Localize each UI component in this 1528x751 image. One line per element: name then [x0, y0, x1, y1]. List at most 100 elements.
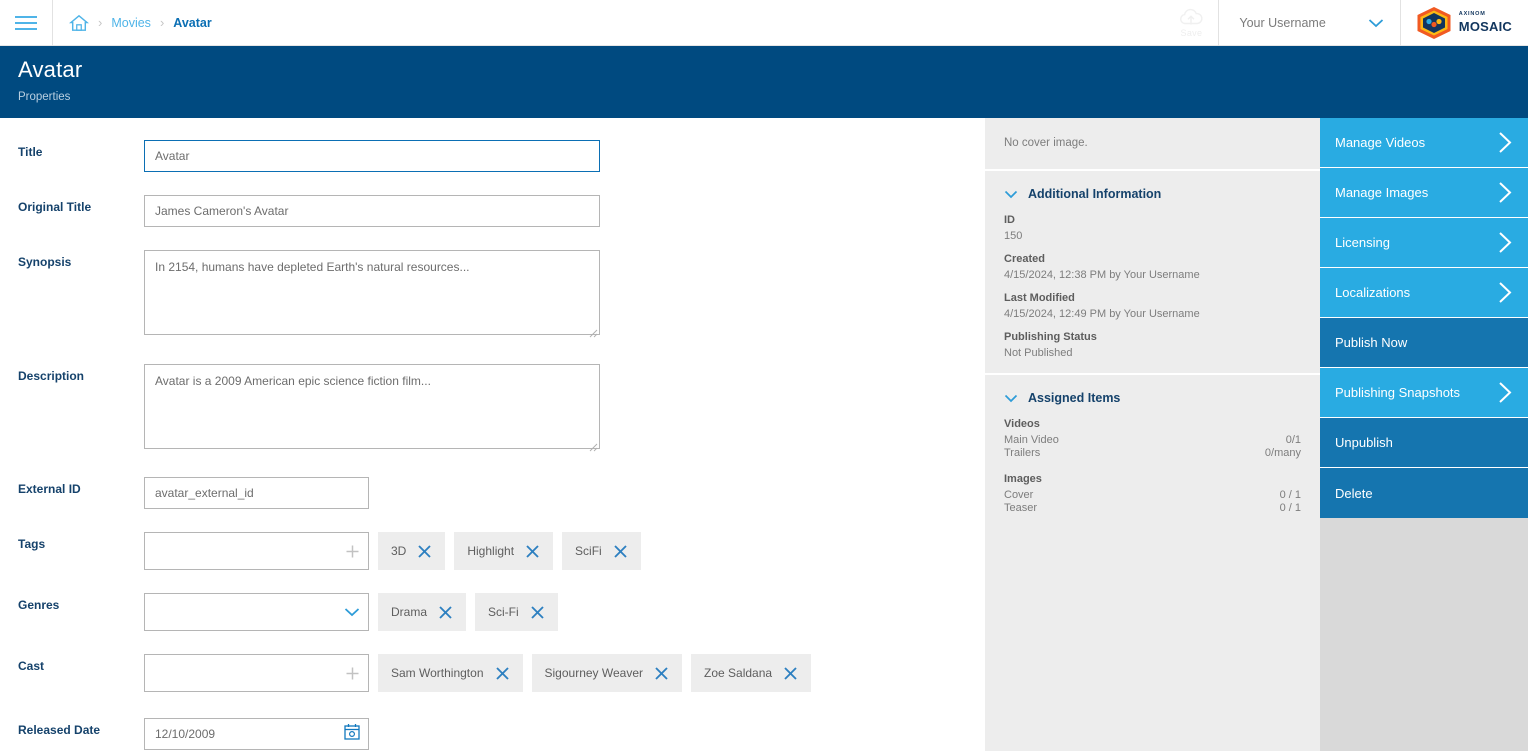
- released-date-calendar-icon[interactable]: [344, 723, 360, 745]
- field-row-tags: Tags3DHighlightSciFi: [0, 532, 985, 570]
- cast-chips: Sam Worthington Sigourney WeaverZoe Salda…: [378, 654, 811, 692]
- description-textarea[interactable]: Avatar is a 2009 American epic science f…: [144, 364, 600, 449]
- chip-label: SciFi: [575, 544, 602, 558]
- breadcrumb-item-movies[interactable]: Movies: [111, 16, 151, 30]
- synopsis-textarea[interactable]: In 2154, humans have depleted Earth's na…: [144, 250, 600, 335]
- action-manage-images[interactable]: Manage Images: [1320, 168, 1528, 218]
- action-publishing-snapshots[interactable]: Publishing Snapshots: [1320, 368, 1528, 418]
- assigned-row-label: Main Video: [1004, 434, 1059, 446]
- tags-combo: [144, 532, 369, 570]
- synopsis-label: Synopsis: [18, 250, 144, 270]
- close-icon: [417, 544, 432, 559]
- tags-chips: 3D Highlight SciFi: [378, 532, 641, 570]
- info-key-created: Created: [1004, 253, 1301, 265]
- assigned-row-trailers: Trailers0/many: [1004, 447, 1301, 459]
- genres-chevron-down-icon[interactable]: [344, 604, 360, 620]
- action-delete[interactable]: Delete: [1320, 468, 1528, 518]
- action-licensing[interactable]: Licensing: [1320, 218, 1528, 268]
- released-date-combo: [144, 718, 369, 750]
- info-value-created: 4/15/2024, 12:38 PM by Your Username: [1004, 269, 1301, 281]
- info-key-publishing-status: Publishing Status: [1004, 331, 1301, 343]
- cast-input[interactable]: [144, 654, 369, 692]
- genres-input[interactable]: [144, 593, 369, 631]
- home-icon[interactable]: [69, 14, 89, 32]
- chip-label: Drama: [391, 605, 427, 619]
- cast-control: Sam Worthington Sigourney WeaverZoe Salda…: [144, 654, 811, 692]
- action-publish-now[interactable]: Publish Now: [1320, 318, 1528, 368]
- chip-scifi[interactable]: SciFi: [562, 532, 641, 570]
- chip-3d[interactable]: 3D: [378, 532, 445, 570]
- top-bar: › Movies › Avatar Save Your Username: [0, 0, 1528, 46]
- save-button[interactable]: Save: [1164, 0, 1218, 46]
- field-row-synopsis: SynopsisIn 2154, humans have depleted Ea…: [0, 250, 985, 340]
- assigned-row-label: Teaser: [1004, 502, 1037, 514]
- external-id-control: [144, 477, 369, 509]
- external-id-input[interactable]: [144, 477, 369, 509]
- assigned-row-cover: Cover0 / 1: [1004, 489, 1301, 501]
- properties-form: TitleOriginal TitleSynopsisIn 2154, huma…: [0, 118, 985, 751]
- breadcrumb: › Movies › Avatar: [53, 0, 212, 46]
- chip-sci-fi[interactable]: Sci-Fi: [475, 593, 558, 631]
- title-input[interactable]: [144, 140, 600, 172]
- additional-information-header[interactable]: Additional Information: [1004, 187, 1301, 201]
- assigned-row-teaser: Teaser 0 / 1: [1004, 502, 1301, 514]
- released-date-input[interactable]: [144, 718, 369, 750]
- original-title-input[interactable]: [144, 195, 600, 227]
- chevron-right-icon: [1497, 230, 1514, 255]
- field-row-released-date: Released Date: [0, 718, 985, 750]
- chip-drama[interactable]: Drama: [378, 593, 466, 631]
- action-unpublish[interactable]: Unpublish: [1320, 418, 1528, 468]
- assigned-row-count: 0 / 1: [1280, 502, 1301, 514]
- field-row-genres: Genres Drama Sci-Fi: [0, 593, 985, 631]
- assigned-items-header[interactable]: Assigned Items: [1004, 391, 1301, 405]
- action-panel: Manage Videos Manage Images LicensingLocal…: [1320, 118, 1528, 751]
- user-menu[interactable]: Your Username: [1219, 0, 1399, 46]
- section-title: Assigned Items: [1028, 391, 1120, 405]
- chevron-right-icon: [1497, 280, 1514, 305]
- chevron-right-icon: [1497, 180, 1514, 205]
- assigned-row-count: 0/many: [1265, 447, 1301, 459]
- app-logo[interactable]: AXINOM MOSAIC: [1401, 0, 1528, 46]
- close-icon: [438, 605, 453, 620]
- assigned-row-count: 0/1: [1286, 434, 1301, 446]
- info-value-last-modified: 4/15/2024, 12:49 PM by Your Username: [1004, 308, 1301, 320]
- hamburger-icon[interactable]: [0, 0, 52, 46]
- chevron-down-icon: [344, 607, 360, 617]
- info-value-id: 150: [1004, 230, 1301, 242]
- released-date-label: Released Date: [18, 718, 144, 738]
- genres-label: Genres: [18, 593, 144, 613]
- action-localizations[interactable]: Localizations: [1320, 268, 1528, 318]
- action-label: Delete: [1335, 486, 1373, 501]
- chip-label: Sam Worthington: [391, 666, 484, 680]
- chip-sigourney-weaver[interactable]: Sigourney Weaver: [532, 654, 683, 692]
- action-manage-videos[interactable]: Manage Videos: [1320, 118, 1528, 168]
- genres-control: Drama Sci-Fi: [144, 593, 558, 631]
- assigned-row-main-video: Main Video 0/1: [1004, 434, 1301, 446]
- info-panel: No cover image. Additional Information I…: [985, 118, 1320, 751]
- chevron-down-icon: [1368, 18, 1384, 28]
- action-label: Manage Images: [1335, 185, 1428, 200]
- chip-sam-worthington[interactable]: Sam Worthington: [378, 654, 523, 692]
- chip-highlight[interactable]: Highlight: [454, 532, 553, 570]
- close-icon: [654, 666, 669, 681]
- title-label: Title: [18, 140, 144, 160]
- tags-input[interactable]: [144, 532, 369, 570]
- save-button-label: Save: [1181, 28, 1203, 38]
- action-label: Unpublish: [1335, 435, 1393, 450]
- assigned-items-section: Assigned Items VideosMain Video0/1Traile…: [985, 375, 1320, 528]
- assigned-group-images: Images: [1004, 473, 1301, 485]
- chevron-down-icon: [1004, 394, 1018, 403]
- tags-control: 3D Highlight SciFi: [144, 532, 641, 570]
- assigned-row-count: 0 / 1: [1280, 489, 1301, 501]
- chip-zoe-saldana[interactable]: Zoe Saldana: [691, 654, 811, 692]
- info-key-last-modified: Last Modified: [1004, 292, 1301, 304]
- cast-plus-icon[interactable]: [344, 665, 360, 681]
- calendar-icon: [344, 723, 360, 740]
- chip-label: 3D: [391, 544, 406, 558]
- tags-plus-icon[interactable]: [344, 543, 360, 559]
- breadcrumb-item-avatar[interactable]: Avatar: [173, 16, 211, 30]
- breadcrumb-separator: ›: [160, 15, 164, 30]
- close-icon: [525, 544, 540, 559]
- field-row-title: Title: [0, 140, 985, 172]
- additional-information-rows: ID150Created4/15/2024, 12:38 PM by Your …: [1004, 214, 1301, 359]
